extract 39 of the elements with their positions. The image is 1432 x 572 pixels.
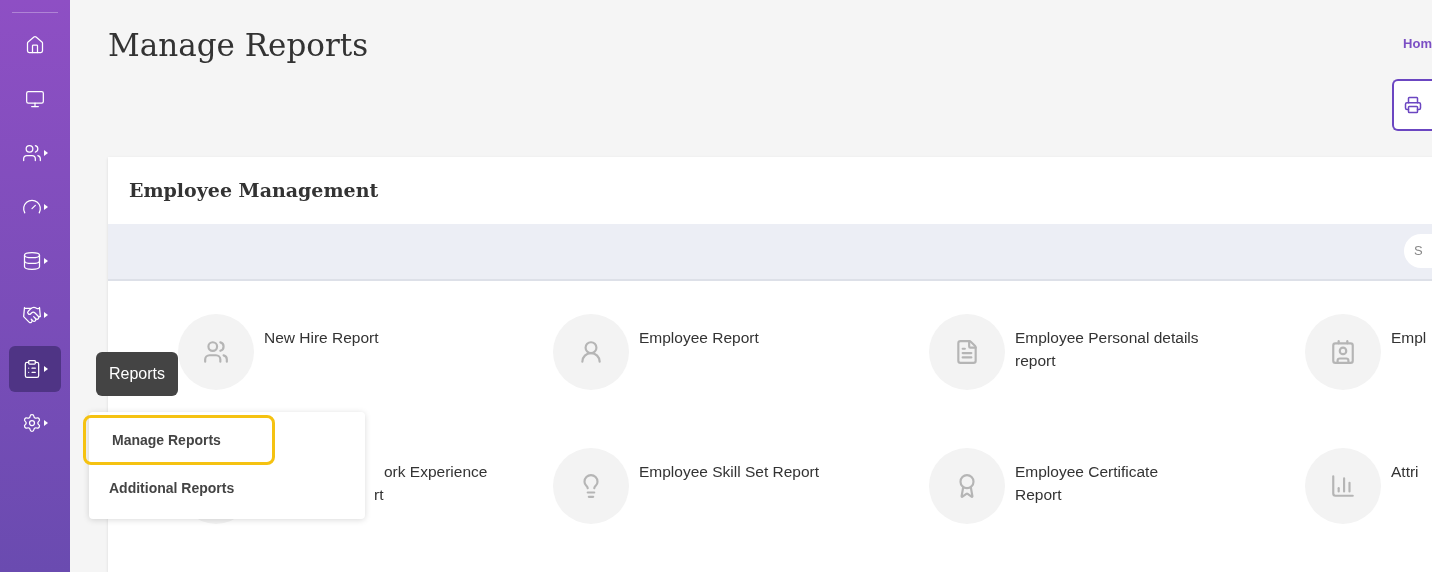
contact-card-icon bbox=[1330, 338, 1356, 365]
report-link[interactable]: Employee Personal details bbox=[1015, 325, 1199, 349]
report-link[interactable]: rt bbox=[374, 482, 488, 506]
caret-icon bbox=[44, 150, 48, 156]
caret-icon bbox=[44, 366, 48, 372]
caret-icon bbox=[44, 420, 48, 426]
report-link[interactable]: New Hire Report bbox=[264, 325, 379, 349]
users-icon bbox=[203, 338, 229, 365]
caret-icon bbox=[44, 258, 48, 264]
report-link[interactable]: Employee Report bbox=[639, 325, 759, 349]
menu-item[interactable]: Manage Reports bbox=[83, 415, 275, 465]
settings-icon bbox=[22, 413, 42, 433]
page-title: Manage Reports bbox=[108, 26, 369, 65]
report-link[interactable]: Empl bbox=[1391, 325, 1427, 349]
clipboard-icon bbox=[22, 359, 42, 379]
breadcrumb-link[interactable]: Hom bbox=[1403, 34, 1432, 54]
caret-icon bbox=[44, 312, 48, 318]
print-button[interactable] bbox=[1392, 78, 1432, 131]
person-icon bbox=[578, 338, 604, 365]
printer-icon bbox=[1404, 95, 1422, 114]
sidebar-item[interactable] bbox=[9, 346, 61, 392]
database-icon bbox=[22, 251, 42, 271]
report-link[interactable]: ork Experience bbox=[374, 459, 488, 483]
document-icon bbox=[954, 338, 980, 365]
caret-icon bbox=[44, 204, 48, 210]
report-link[interactable]: Report bbox=[1015, 482, 1158, 506]
report-link[interactable]: report bbox=[1015, 348, 1199, 372]
handshake-icon bbox=[22, 305, 42, 325]
monitor-icon bbox=[25, 89, 45, 109]
search-field[interactable]: S bbox=[1404, 234, 1432, 268]
bar-chart-icon bbox=[1330, 472, 1356, 499]
report-link[interactable]: Attri bbox=[1391, 459, 1419, 483]
home-icon bbox=[25, 35, 45, 55]
menu-item[interactable]: Additional Reports bbox=[83, 465, 275, 511]
tooltip: Reports bbox=[96, 352, 178, 396]
report-link[interactable]: Employee Certificate bbox=[1015, 459, 1158, 483]
users-icon bbox=[22, 143, 42, 163]
card-title: Employee Management bbox=[129, 177, 379, 203]
report-link[interactable]: Employee Skill Set Report bbox=[639, 459, 820, 483]
